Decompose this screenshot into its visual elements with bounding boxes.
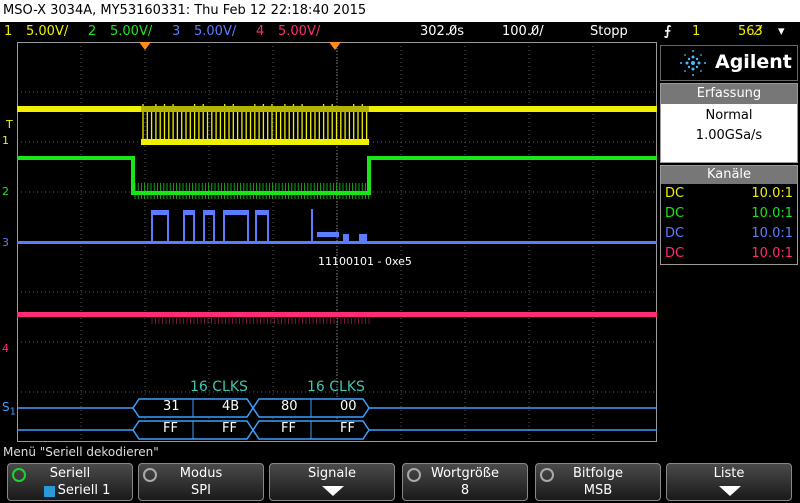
softkey-word-size-value: 8	[460, 483, 470, 498]
ch1-ground-marker[interactable]: 1	[2, 134, 9, 147]
ch3-edge	[255, 210, 257, 243]
ch1-coupling: DC	[665, 186, 685, 201]
serial-bus-number: 1	[9, 406, 16, 418]
trigger-level[interactable]: 563̸	[738, 22, 763, 42]
ch3-late-bit-3	[359, 234, 367, 241]
trigger-marker: T	[6, 118, 13, 131]
ch1-scale[interactable]: 5.00V/	[26, 22, 68, 42]
acquisition-header: Erfassung	[661, 84, 797, 104]
ch3-trace	[17, 241, 657, 244]
softkey-word-size-label: Wortgröße	[431, 466, 499, 481]
miso-byte-1: FF	[163, 421, 178, 436]
softkey-mode[interactable]: Modus SPI	[138, 463, 264, 501]
softkey-bit-order[interactable]: Bitfolge MSB	[535, 463, 661, 501]
cursor-marker-a	[139, 42, 151, 50]
softkey-serial-value: Seriell 1	[57, 483, 111, 498]
menu-icon[interactable]: ▾	[778, 22, 785, 42]
softkey-signals[interactable]: Signale	[269, 463, 395, 501]
channels-panel[interactable]: Kanäle DC 10.0:1 DC 10.0:1 DC 10.0:1 DC 10.0…	[660, 165, 798, 265]
softkey-bar: Seriell Seriell 1 Modus SPI Signale Wort…	[0, 461, 800, 503]
channel-row-2[interactable]: DC 10.0:1	[661, 204, 797, 224]
ch1-probe: 10.0:1	[751, 186, 793, 201]
ch3-edge	[203, 210, 205, 243]
softkey-bit-order-label: Bitfolge	[572, 466, 624, 481]
ch3-bit-high	[223, 210, 247, 215]
acquisition-mode: Normal	[705, 108, 753, 123]
softkey-serial-label: Seriell	[49, 466, 91, 481]
serial-bus-marker[interactable]: S1	[2, 400, 16, 417]
delay-readout[interactable]: 302.0̸s	[420, 22, 464, 42]
ch2-ground-marker[interactable]: 2	[2, 185, 9, 198]
ch3-edge	[183, 210, 185, 243]
miso-byte-4: FF	[340, 421, 355, 436]
mosi-byte-4: 00	[340, 399, 357, 414]
softkey-signals-label: Signale	[308, 466, 356, 481]
softkey-list[interactable]: Liste	[666, 463, 792, 501]
trigger-edge-icon: ⨍	[664, 24, 672, 39]
ch3-ground-marker[interactable]: 3	[2, 236, 9, 249]
ch3-edge	[151, 210, 153, 243]
ch3-late-bit	[317, 232, 339, 237]
ch4-trace	[17, 312, 657, 317]
ch4-coupling: DC	[665, 246, 685, 261]
ch3-spike	[311, 209, 313, 243]
mosi-byte-1: 31	[163, 399, 180, 414]
menu-title: Menü "Seriell dekodieren"	[0, 443, 800, 461]
ch1-low-band	[141, 139, 369, 145]
decode-annotation: 11100101 - 0xe5	[318, 255, 412, 268]
ch3-edge	[193, 210, 195, 243]
ch4-ground-marker[interactable]: 4	[2, 342, 9, 355]
acquisition-panel[interactable]: Erfassung Normal 1.00GSa/s	[660, 83, 798, 163]
serial-bus-letter: S	[2, 400, 10, 414]
clk-count-1: 16 CLKS	[190, 379, 248, 395]
run-state[interactable]: Stopp	[590, 22, 628, 42]
ch3-edge	[213, 210, 215, 243]
ch1-number[interactable]: 1	[4, 22, 12, 42]
cursor-marker-b	[329, 42, 341, 50]
softkey-word-size[interactable]: Wortgröße 8	[402, 463, 528, 501]
ch3-scale[interactable]: 5.00V/	[194, 22, 236, 42]
ch4-probe: 10.0:1	[751, 246, 793, 261]
ch3-edge	[247, 210, 249, 243]
channel-row-1[interactable]: DC 10.0:1	[661, 184, 797, 204]
agilent-spark-icon	[680, 50, 706, 76]
window-title: MSO-X 3034A, MY53160331: Thu Feb 12 22:1…	[0, 0, 800, 22]
ch3-probe: 10.0:1	[751, 226, 793, 241]
ch4-number[interactable]: 4	[256, 22, 264, 42]
mosi-byte-3: 80	[281, 399, 298, 414]
channel-row-3[interactable]: DC 10.0:1	[661, 224, 797, 244]
miso-byte-2: FF	[222, 421, 237, 436]
channel-row-4[interactable]: DC 10.0:1	[661, 244, 797, 264]
timebase-readout[interactable]: 100.0̸/	[502, 22, 544, 42]
ch2-coupling: DC	[665, 206, 685, 221]
ch3-late-bit-2	[343, 234, 349, 241]
ch3-bit-high	[151, 210, 167, 215]
softkey-serial[interactable]: Seriell Seriell 1	[7, 463, 133, 501]
brand-name: Agilent	[715, 51, 792, 73]
status-bar: 1 5.00V/ 2 5.00V/ 3 5.00V/ 4 5.00V/ 302.…	[0, 22, 800, 42]
ch3-edge	[167, 210, 169, 243]
softkey-bit-order-value: MSB	[583, 483, 613, 498]
mosi-byte-2: 4B	[222, 399, 240, 414]
ch3-edge	[267, 210, 269, 243]
ch2-scale[interactable]: 5.00V/	[110, 22, 152, 42]
miso-byte-3: FF	[281, 421, 296, 436]
ch3-number[interactable]: 3	[172, 22, 180, 42]
ch2-number[interactable]: 2	[88, 22, 96, 42]
ch3-edge	[223, 210, 225, 243]
ch3-coupling: DC	[665, 226, 685, 241]
ch2-probe: 10.0:1	[751, 206, 793, 221]
sample-rate: 1.00GSa/s	[695, 128, 763, 143]
ch4-scale[interactable]: 5.00V/	[278, 22, 320, 42]
softkey-mode-label: Modus	[179, 466, 223, 481]
trigger-channel[interactable]: 1	[692, 22, 700, 42]
submenu-arrow-icon	[322, 486, 344, 496]
clk-count-2: 16 CLKS	[307, 379, 365, 395]
channels-header: Kanäle	[661, 166, 797, 184]
submenu-arrow-icon	[719, 486, 741, 496]
brand-logo: Agilent	[660, 45, 798, 81]
ch1-burst-gap	[141, 106, 369, 112]
softkey-mode-value: SPI	[191, 483, 211, 498]
softkey-list-label: Liste	[713, 466, 745, 481]
